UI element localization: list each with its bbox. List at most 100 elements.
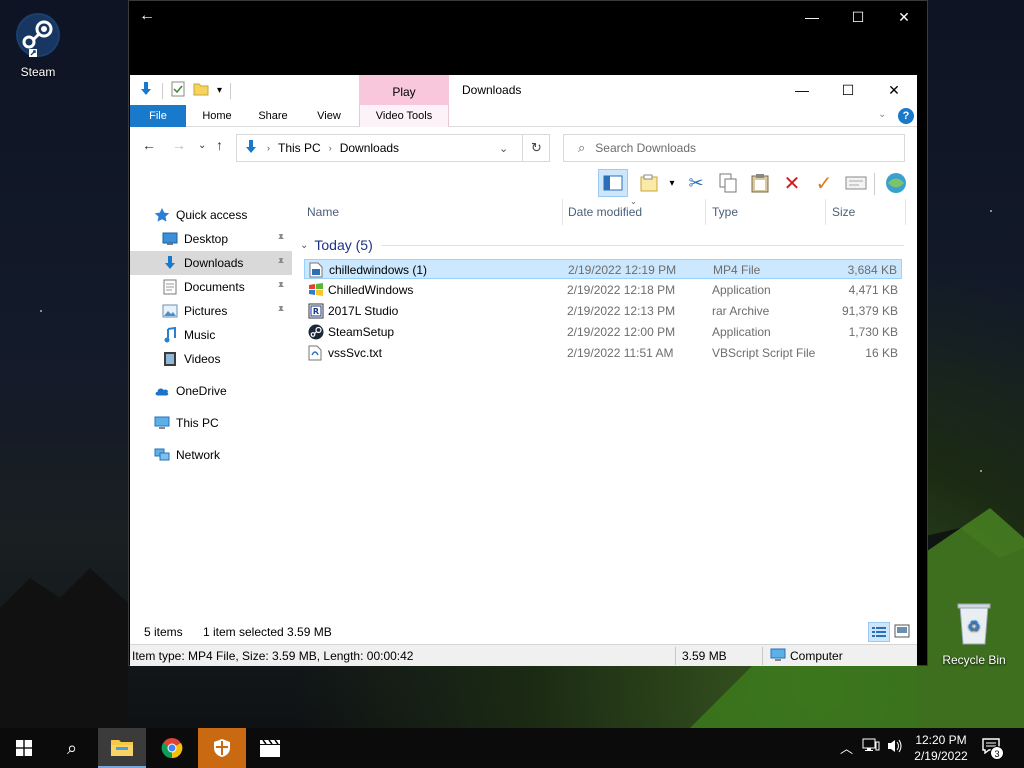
- table-row[interactable]: SteamSetup 2/19/2022 12:00 PM Application 1…: [304, 322, 902, 342]
- explorer-maximize-button[interactable]: ☐: [825, 75, 871, 105]
- expand-ribbon-chevron-icon[interactable]: ⌄: [878, 109, 886, 120]
- recent-locations-chevron-icon[interactable]: ⌄: [198, 140, 206, 151]
- windows-app-icon: [308, 282, 323, 296]
- status-divider: [762, 647, 763, 665]
- new-folder-icon[interactable]: [193, 81, 209, 100]
- customize-toolbar-icon[interactable]: ▾: [217, 85, 222, 96]
- taskbar-file-explorer[interactable]: [98, 728, 146, 768]
- network-globe-icon[interactable]: [884, 171, 908, 195]
- breadcrumb-this-pc[interactable]: This PC: [278, 141, 321, 155]
- action-center-button[interactable]: 3: [982, 738, 1004, 760]
- taskbar-security[interactable]: [198, 728, 246, 768]
- address-bar[interactable]: › This PC › Downloads ⌄: [236, 134, 550, 162]
- copy-icon[interactable]: [716, 171, 740, 195]
- sidebar-item-music[interactable]: Music: [130, 323, 292, 347]
- delete-icon[interactable]: ✕: [780, 171, 804, 195]
- download-arrow-icon[interactable]: [138, 81, 154, 100]
- taskbar-movies[interactable]: [246, 728, 294, 768]
- sidebar-item-label: Quick access: [176, 208, 248, 222]
- sidebar-item-this-pc[interactable]: This PC: [130, 411, 292, 435]
- column-name[interactable]: Name: [307, 205, 339, 219]
- pin-icon[interactable]: [276, 281, 286, 293]
- view-options-chevron-icon[interactable]: ▾: [660, 171, 684, 195]
- details-view-icon[interactable]: [868, 622, 890, 642]
- quick-access-toolbar: ▾: [138, 81, 232, 100]
- minimize-button[interactable]: —: [789, 1, 835, 33]
- column-date-modified[interactable]: Date modified: [568, 205, 642, 219]
- table-row[interactable]: ChilledWindows 2/19/2022 12:18 PM Applicat…: [304, 280, 902, 300]
- file-date: 2/19/2022 12:18 PM: [567, 283, 676, 297]
- pin-icon[interactable]: [276, 305, 286, 317]
- sidebar-item-label: Downloads: [184, 256, 244, 270]
- column-divider[interactable]: [705, 199, 706, 225]
- table-row[interactable]: chilledwindows (1) 2/19/2022 12:19 PM MP4 …: [304, 259, 902, 279]
- file-explorer-icon: [111, 740, 133, 756]
- column-headers: Name Date modified ⌄ Type Size: [300, 197, 917, 225]
- explorer-titlebar: ▾ Play Downloads — ☐ ✕: [130, 75, 917, 105]
- tab-home[interactable]: Home: [192, 105, 242, 127]
- taskbar-clock[interactable]: 12:20 PM 2/19/2022: [906, 732, 976, 764]
- refresh-button[interactable]: ↻: [522, 134, 550, 162]
- column-type[interactable]: Type: [712, 205, 738, 219]
- paste-icon[interactable]: [748, 171, 772, 195]
- column-divider[interactable]: [825, 199, 826, 225]
- sidebar-item-onedrive[interactable]: OneDrive: [130, 379, 292, 403]
- explorer-close-button[interactable]: ✕: [871, 75, 917, 105]
- sidebar-item-network[interactable]: Network: [130, 443, 292, 467]
- explorer-minimize-button[interactable]: —: [779, 75, 825, 105]
- taskbar-chrome[interactable]: [148, 728, 196, 768]
- tab-file[interactable]: File: [130, 105, 186, 127]
- pin-icon[interactable]: [276, 257, 286, 269]
- forward-button[interactable]: →: [172, 137, 186, 153]
- search-button[interactable]: ⌕: [48, 728, 96, 768]
- group-header-today[interactable]: ⌄ Today (5): [300, 235, 910, 255]
- location-label: Computer: [790, 649, 843, 663]
- script-file-icon: [308, 345, 322, 361]
- cut-icon[interactable]: ✂: [684, 171, 708, 195]
- back-arrow-icon[interactable]: ←: [139, 7, 155, 25]
- sidebar-item-downloads[interactable]: Downloads: [130, 251, 292, 275]
- sidebar-item-pictures[interactable]: Pictures: [130, 299, 292, 323]
- downloads-folder-icon: [162, 255, 178, 271]
- file-date: 2/19/2022 12:13 PM: [567, 304, 676, 318]
- sidebar-item-desktop[interactable]: Desktop: [130, 227, 292, 251]
- sidebar-item-label: Music: [184, 328, 216, 342]
- maximize-button[interactable]: ☐: [835, 1, 881, 33]
- column-divider[interactable]: [562, 199, 563, 225]
- address-dropdown-chevron-icon[interactable]: ⌄: [499, 142, 508, 155]
- svg-text:R: R: [313, 307, 319, 316]
- table-row[interactable]: vssSvc.txt 2/19/2022 11:51 AM VBScript Scr…: [304, 343, 902, 363]
- sidebar-item-documents[interactable]: Documents: [130, 275, 292, 299]
- search-placeholder: Search Downloads: [595, 141, 697, 155]
- up-button[interactable]: ↑: [216, 137, 223, 153]
- sidebar-item-videos[interactable]: Videos: [130, 347, 292, 371]
- properties-card-icon[interactable]: [844, 171, 868, 195]
- clock-time: 12:20 PM: [915, 733, 967, 747]
- desktop-icon-recycle-bin[interactable]: ♻ Recycle Bin: [936, 600, 1012, 667]
- show-hidden-icons-chevron[interactable]: ︿: [840, 738, 853, 757]
- desktop-icon-steam[interactable]: Steam: [0, 12, 76, 79]
- start-button[interactable]: [0, 728, 48, 768]
- tab-video-tools[interactable]: Video Tools: [359, 105, 449, 127]
- network-tray-icon[interactable]: [862, 738, 880, 757]
- pin-icon[interactable]: [276, 233, 286, 245]
- rename-check-icon[interactable]: ✓: [812, 171, 836, 195]
- sidebar-item-quick-access[interactable]: Quick access: [130, 203, 292, 227]
- breadcrumb-downloads[interactable]: Downloads: [340, 141, 399, 155]
- help-icon[interactable]: ?: [898, 108, 914, 124]
- volume-icon[interactable]: [886, 738, 904, 757]
- tab-view[interactable]: View: [306, 105, 352, 127]
- view-options-icon[interactable]: [638, 171, 662, 195]
- table-row[interactable]: R 2017L Studio 2/19/2022 12:13 PM rar Archi…: [304, 301, 902, 321]
- properties-icon[interactable]: [171, 81, 185, 100]
- file-name: ChilledWindows: [328, 283, 414, 297]
- collapse-chevron-icon[interactable]: ⌄: [300, 240, 308, 251]
- large-icons-view-icon[interactable]: [894, 624, 910, 641]
- column-size[interactable]: Size: [832, 205, 855, 219]
- close-button[interactable]: ✕: [881, 1, 927, 33]
- column-divider[interactable]: [905, 199, 906, 225]
- tab-share[interactable]: Share: [250, 105, 296, 127]
- preview-pane-icon[interactable]: [598, 169, 628, 197]
- back-button[interactable]: ←: [142, 137, 156, 153]
- search-box[interactable]: ⌕ Search Downloads: [563, 134, 905, 162]
